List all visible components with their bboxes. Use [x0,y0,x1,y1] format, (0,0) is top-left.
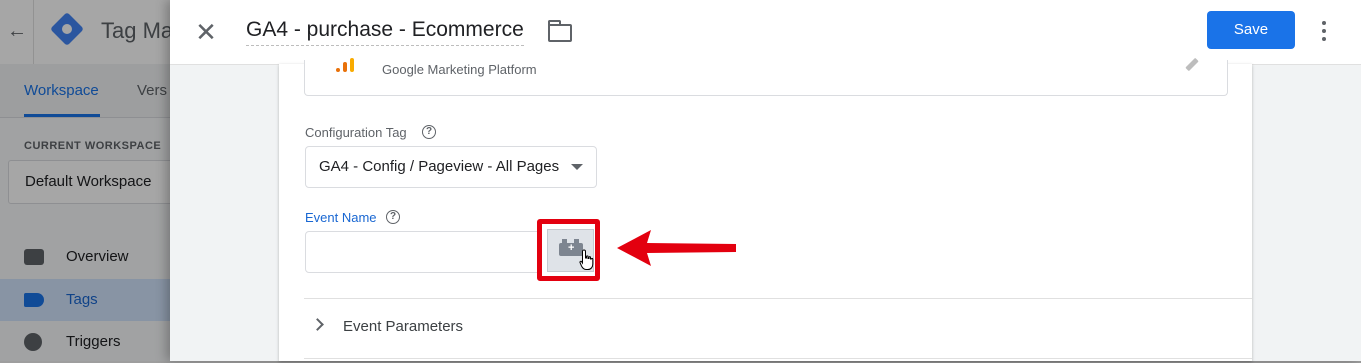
divider [304,358,1252,359]
google-analytics-icon [333,56,357,72]
annotation-arrow-icon [617,230,736,266]
tag-type-subtitle: Google Marketing Platform [382,62,537,77]
select-value: GA4 - Config / Pageview - All Pages [319,158,560,175]
help-icon[interactable]: ? [386,210,400,224]
chevron-right-icon [311,318,324,331]
more-vert-icon[interactable] [1314,20,1334,42]
configuration-tag-select[interactable]: GA4 - Config / Pageview - All Pages [305,146,597,188]
dropdown-arrow-icon [571,164,583,170]
event-name-label: Event Name [305,210,377,225]
pencil-icon[interactable] [1185,57,1199,72]
help-icon[interactable]: ? [422,125,436,139]
annotation-highlight-box [537,219,600,281]
event-parameters-section[interactable]: Event Parameters [304,299,1252,357]
tag-type-selector[interactable]: Google Marketing Platform [304,57,1228,96]
tag-editor-panel: ✕ GA4 - purchase - Ecommerce Save Google… [170,0,1361,361]
save-button[interactable]: Save [1207,11,1295,49]
event-parameters-label: Event Parameters [343,318,464,335]
tag-configuration-card: Google Marketing Platform Configuration … [279,57,1252,361]
tag-name-title[interactable]: GA4 - purchase - Ecommerce [246,18,524,46]
folder-icon[interactable] [548,20,572,42]
configuration-tag-label: Configuration Tag [305,125,407,140]
event-name-input[interactable] [305,231,539,273]
close-icon[interactable]: ✕ [192,18,220,46]
